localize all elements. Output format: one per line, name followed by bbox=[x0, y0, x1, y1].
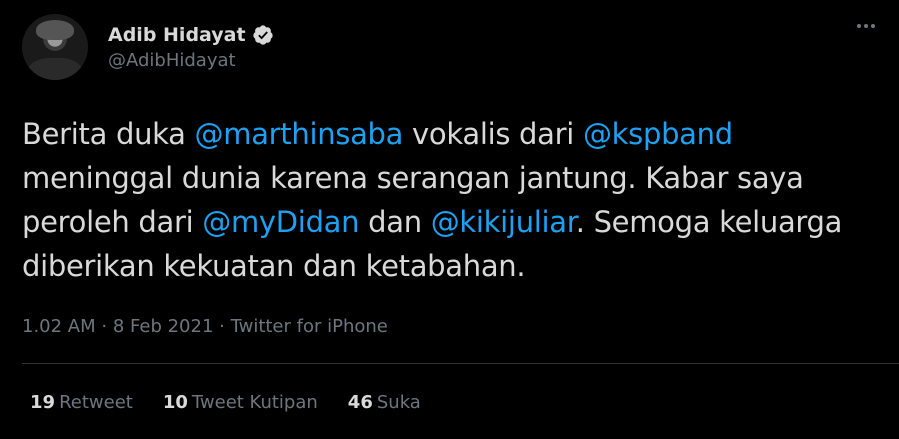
retweets-label: Retweet bbox=[59, 392, 133, 413]
more-dot bbox=[864, 24, 868, 28]
avatar[interactable] bbox=[22, 14, 88, 80]
tweet-header: Adib Hidayat @AdibHidayat bbox=[22, 14, 274, 80]
tweet-card: Adib Hidayat @AdibHidayat Berita duka @m… bbox=[0, 0, 899, 439]
more-dot bbox=[857, 24, 861, 28]
meta-separator: · bbox=[95, 316, 113, 337]
tweet-date[interactable]: 8 Feb 2021 bbox=[113, 316, 214, 337]
author-handle[interactable]: @AdibHidayat bbox=[108, 50, 274, 71]
more-dot bbox=[871, 24, 875, 28]
likes-label: Suka bbox=[376, 392, 421, 413]
display-name-row: Adib Hidayat bbox=[108, 24, 274, 46]
tweet-text-segment: Berita duka bbox=[22, 117, 195, 151]
meta-separator: · bbox=[213, 316, 231, 337]
more-options-icon[interactable] bbox=[857, 24, 875, 28]
tweet-source[interactable]: Twitter for iPhone bbox=[231, 316, 388, 337]
mention-link[interactable]: @kspband bbox=[583, 117, 733, 151]
retweets-count: 19 bbox=[30, 392, 56, 413]
verified-badge-icon bbox=[252, 24, 273, 45]
mention-link[interactable]: @myDidan bbox=[202, 205, 359, 239]
tweet-meta: 1.02 AM · 8 Feb 2021 · Twitter for iPhon… bbox=[22, 316, 388, 337]
mention-link[interactable]: @kikijuliar bbox=[431, 205, 576, 239]
tweet-text: Berita duka @marthinsaba vokalis dari @k… bbox=[22, 112, 872, 288]
author-display-name[interactable]: Adib Hidayat bbox=[108, 24, 246, 46]
author-names: Adib Hidayat @AdibHidayat bbox=[108, 24, 274, 71]
likes-count: 46 bbox=[347, 392, 373, 413]
mention-link[interactable]: @marthinsaba bbox=[195, 117, 404, 151]
tweet-stats: 19 Retweet 10 Tweet Kutipan 46 Suka bbox=[30, 392, 421, 413]
divider bbox=[22, 363, 899, 364]
tweet-text-segment: vokalis dari bbox=[403, 117, 583, 151]
quotes-label: Tweet Kutipan bbox=[191, 392, 318, 413]
tweet-text-segment: dan bbox=[359, 205, 431, 239]
tweet-time[interactable]: 1.02 AM bbox=[22, 316, 96, 337]
quotes-count: 10 bbox=[162, 392, 188, 413]
likes-stat[interactable]: 46 Suka bbox=[348, 392, 421, 413]
quotes-stat[interactable]: 10 Tweet Kutipan bbox=[163, 392, 318, 413]
retweets-stat[interactable]: 19 Retweet bbox=[30, 392, 133, 413]
